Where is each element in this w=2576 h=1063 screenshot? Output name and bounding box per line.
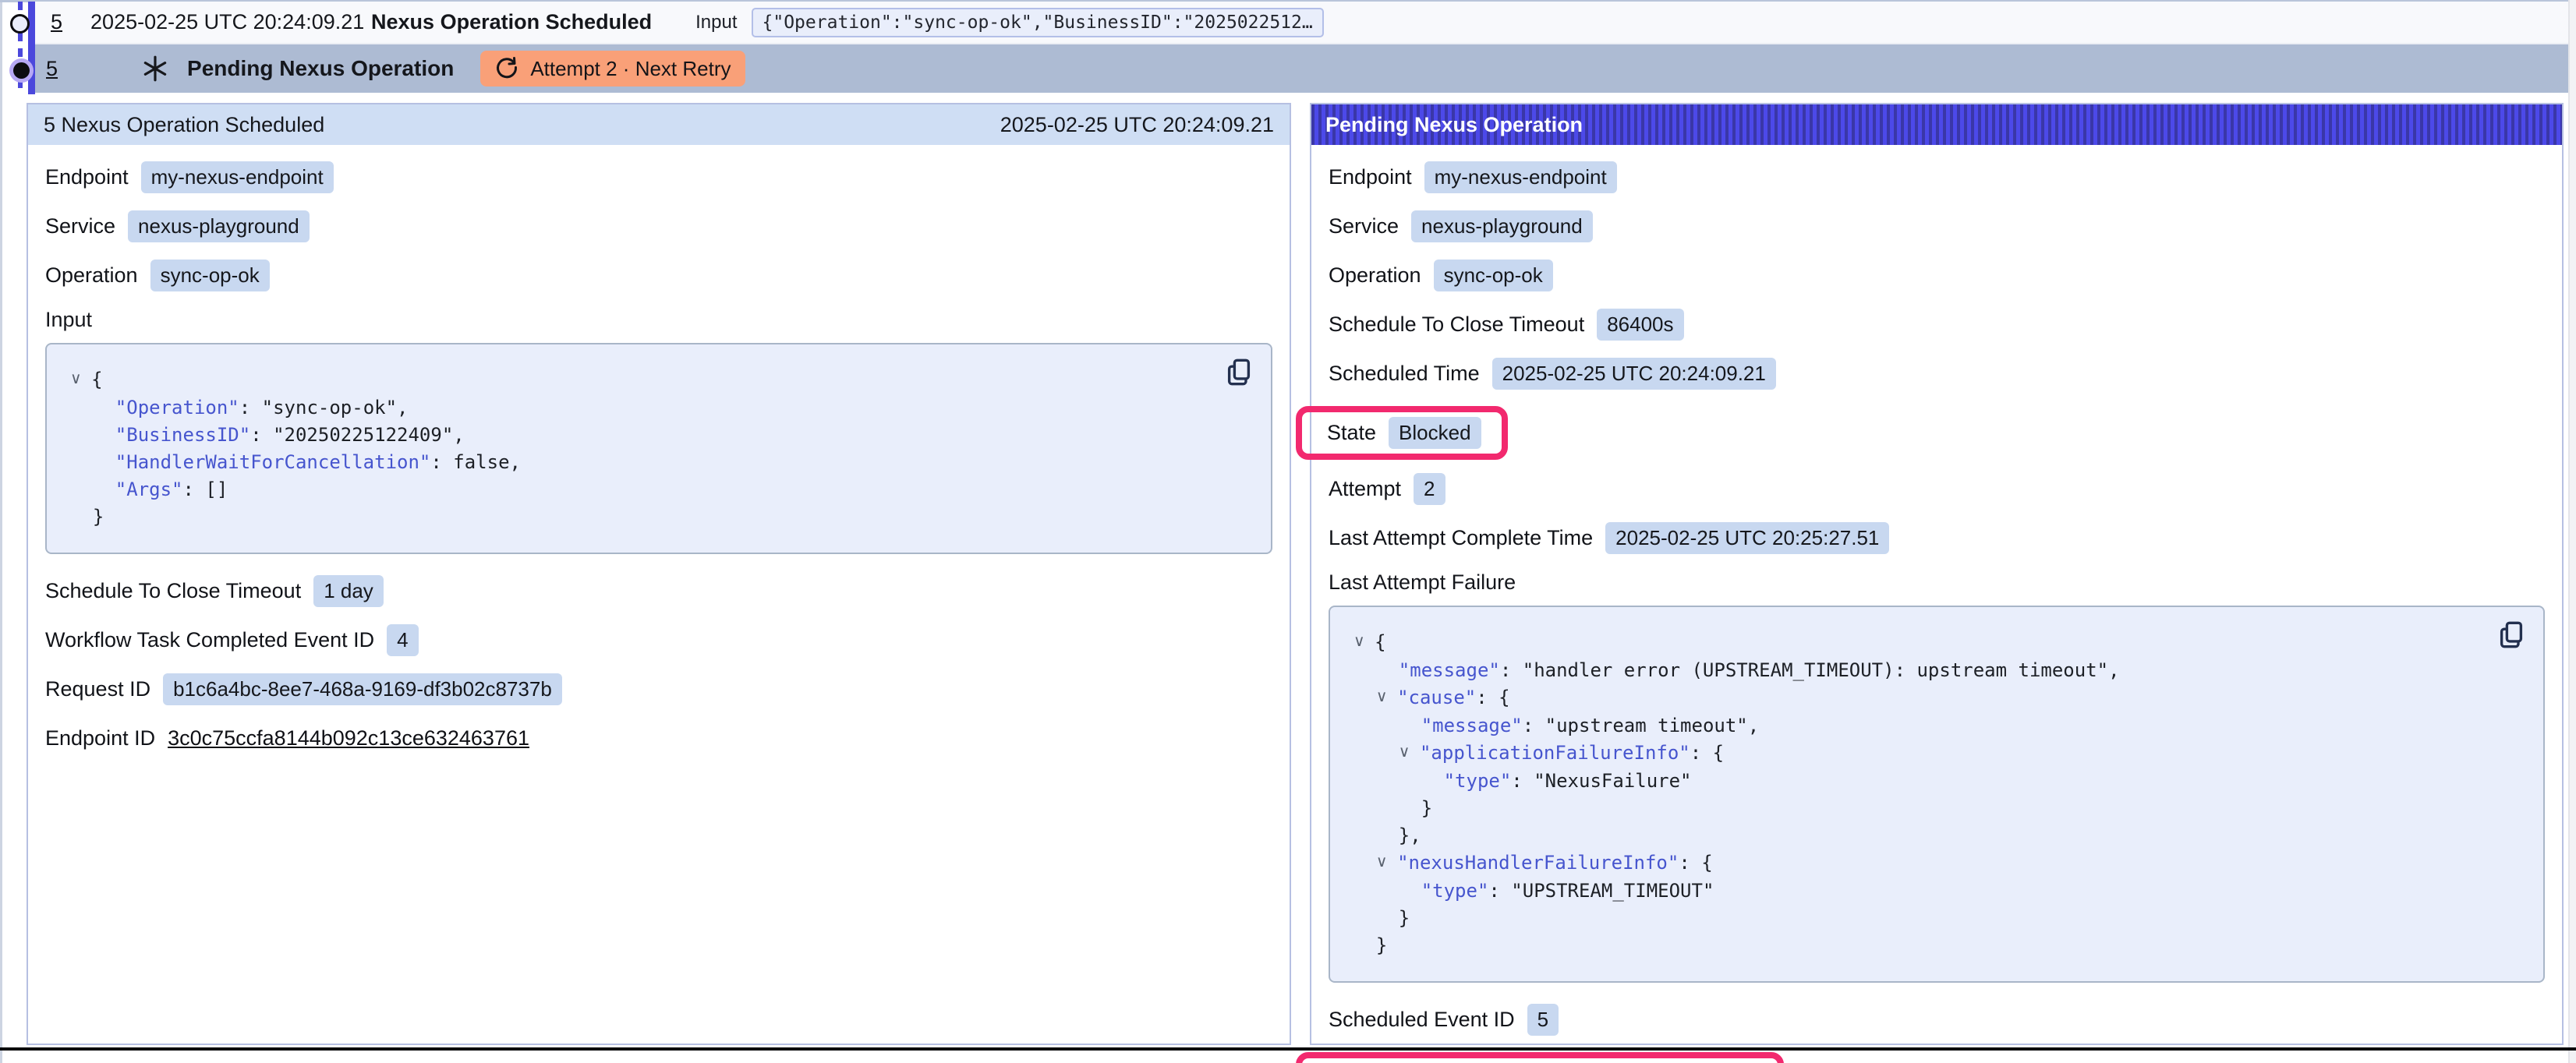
field-service: Service nexus-playground — [45, 210, 1272, 242]
field-schedule-to-close: Schedule To Close Timeout 86400s — [1329, 308, 2545, 341]
field-value-chip: 2 — [1414, 473, 1445, 505]
field-endpoint-id: Endpoint ID 3c0c75ccfa8144b092c13ce63246… — [45, 722, 1272, 754]
field-value-chip: 2025-02-25 UTC 20:25:27.51 — [1605, 522, 1889, 554]
field-value-chip: sync-op-ok — [1434, 260, 1553, 291]
field-label: Schedule To Close Timeout — [45, 579, 301, 603]
event-id-link[interactable]: 5 — [46, 57, 58, 81]
field-last-attempt-complete-time: Last Attempt Complete Time 2025-02-25 UT… — [1329, 521, 2545, 554]
input-code-block: ∨ { "Operation": "sync-op-ok", "Business… — [45, 343, 1272, 554]
input-section-label: Input — [45, 308, 1272, 332]
field-schedule-to-close: Schedule To Close Timeout 1 day — [45, 574, 1272, 607]
field-value-chip: 1 day — [313, 575, 384, 607]
field-label: Service — [1329, 214, 1399, 238]
failure-code-block: ∨ { "message": "handler error (UPSTREAM_… — [1329, 606, 2545, 983]
event-row-scheduled[interactable]: 5 2025-02-25 UTC 20:24:09.21 Nexus Opera… — [35, 2, 2568, 44]
panel-title: Pending Nexus Operation — [1325, 113, 1583, 137]
event-group-accent-bar — [28, 2, 35, 94]
copy-icon[interactable] — [1224, 358, 1254, 388]
event-id-link[interactable]: 5 — [51, 10, 62, 34]
field-request-id: Request ID b1c6a4bc-8ee7-468a-9169-df3b0… — [45, 673, 1272, 705]
endpoint-id-link[interactable]: 3c0c75ccfa8144b092c13ce632463761 — [168, 726, 529, 750]
field-label: Endpoint — [45, 165, 129, 189]
history-bottom-divider — [0, 1047, 2576, 1051]
field-operation: Operation sync-op-ok — [45, 259, 1272, 291]
field-value-chip: nexus-playground — [1411, 210, 1593, 242]
timeline-current-dot-icon — [13, 62, 30, 79]
field-attempt: Attempt 2 — [1329, 472, 2545, 505]
field-value-chip: b1c6a4bc-8ee7-468a-9169-df3b02c8737b — [163, 673, 562, 705]
field-label: Endpoint — [1329, 165, 1412, 189]
field-workflow-task-event-id: Workflow Task Completed Event ID 4 — [45, 623, 1272, 656]
field-blocked-reason: Blocked Reason The circuit breaker is op… — [1329, 1052, 2545, 1063]
field-value-chip: 5 — [1527, 1004, 1559, 1036]
retry-icon — [494, 56, 519, 81]
field-value-chip: 2025-02-25 UTC 20:24:09.21 — [1492, 358, 1776, 390]
pending-panel-header: Pending Nexus Operation — [1311, 104, 2562, 145]
state-highlight-annotation: State Blocked — [1296, 406, 1508, 460]
panel-timestamp: 2025-02-25 UTC 20:24:09.21 — [1000, 113, 1274, 137]
field-scheduled-event-id: Scheduled Event ID 5 — [1329, 1003, 2545, 1036]
field-label: State — [1327, 421, 1376, 445]
blocked-reason-highlight-annotation: Blocked Reason The circuit breaker is op… — [1296, 1052, 1784, 1063]
event-timestamp: 2025-02-25 UTC 20:24:09.21 — [90, 10, 371, 34]
vertical-scrollbar[interactable] — [2568, 0, 2576, 1063]
field-service: Service nexus-playground — [1329, 210, 2545, 242]
field-value-chip: 4 — [387, 624, 418, 656]
field-value-chip: my-nexus-endpoint — [1424, 161, 1617, 193]
json-code: ∨ { "Operation": "sync-op-ok", "Business… — [70, 366, 1247, 531]
field-operation: Operation sync-op-ok — [1329, 259, 2545, 291]
attempt-retry-badge: Attempt 2 · Next Retry — [480, 51, 745, 87]
field-label: Attempt — [1329, 477, 1401, 501]
field-label: Workflow Task Completed Event ID — [45, 628, 374, 652]
pending-asterisk-icon — [140, 54, 170, 83]
scheduled-event-detail-panel: 5 Nexus Operation Scheduled 2025-02-25 U… — [27, 103, 1291, 1045]
workflow-event-history-view: 5 2025-02-25 UTC 20:24:09.21 Nexus Opera… — [0, 0, 2576, 1063]
json-code: ∨ { "message": "handler error (UPSTREAM_… — [1353, 629, 2520, 959]
event-title: Nexus Operation Scheduled — [371, 10, 652, 34]
pending-operation-panel: Pending Nexus Operation Endpoint my-nexu… — [1310, 103, 2564, 1045]
field-label: Scheduled Time — [1329, 362, 1480, 386]
field-label: Schedule To Close Timeout — [1329, 313, 1584, 337]
event-row-pending[interactable]: 5 Pending Nexus Operation — [35, 44, 2568, 93]
field-label: Operation — [45, 263, 138, 288]
field-label: Endpoint ID — [45, 726, 155, 750]
input-label: Input — [695, 12, 737, 34]
field-value-chip: 86400s — [1597, 309, 1683, 341]
field-scheduled-time: Scheduled Time 2025-02-25 UTC 20:24:09.2… — [1329, 357, 2545, 390]
event-history: 5 2025-02-25 UTC 20:24:09.21 Nexus Opera… — [0, 2, 2568, 93]
field-state: State Blocked — [1329, 406, 2545, 460]
event-title: Pending Nexus Operation — [187, 56, 454, 81]
timeline-open-circle-icon — [10, 14, 30, 34]
field-value-chip: sync-op-ok — [150, 260, 270, 291]
field-endpoint: Endpoint my-nexus-endpoint — [1329, 161, 2545, 193]
timeline-gutter — [0, 2, 36, 94]
field-label: Request ID — [45, 677, 150, 701]
scheduled-panel-header: 5 Nexus Operation Scheduled 2025-02-25 U… — [28, 104, 1290, 145]
field-label: Last Attempt Complete Time — [1329, 526, 1593, 550]
field-value-chip: nexus-playground — [128, 210, 310, 242]
attempt-badge-label: Attempt 2 · Next Retry — [530, 57, 731, 81]
copy-icon[interactable] — [2496, 621, 2526, 651]
field-value-chip: my-nexus-endpoint — [141, 161, 334, 193]
field-label: Scheduled Event ID — [1329, 1008, 1515, 1032]
field-label: Service — [45, 214, 115, 238]
field-endpoint: Endpoint my-nexus-endpoint — [45, 161, 1272, 193]
state-value-chip: Blocked — [1389, 417, 1481, 449]
field-label: Operation — [1329, 263, 1421, 288]
panel-title: 5 Nexus Operation Scheduled — [44, 113, 324, 137]
input-preview-chip: {"Operation":"sync-op-ok","BusinessID":"… — [752, 8, 1324, 37]
failure-section-label: Last Attempt Failure — [1329, 570, 2545, 595]
